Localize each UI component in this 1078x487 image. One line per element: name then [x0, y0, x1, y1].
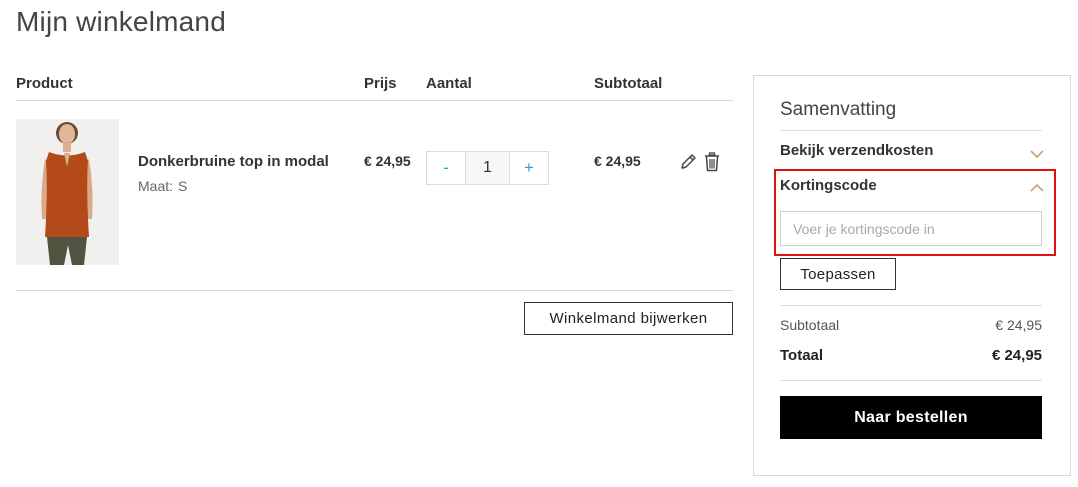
shipping-costs-toggle[interactable]: Bekijk verzendkosten — [780, 142, 933, 159]
header-price: Prijs — [364, 75, 397, 92]
product-image[interactable] — [16, 119, 119, 265]
item-price: € 24,95 — [364, 153, 411, 169]
header-quantity: Aantal — [426, 75, 472, 92]
subtotal-value: € 24,95 — [995, 317, 1042, 333]
product-size: Maat: S — [138, 178, 187, 194]
cart-item-row: Donkerbruine top in modal Maat: S € 24,95… — [16, 101, 733, 291]
total-label: Totaal — [780, 347, 824, 364]
divider — [780, 130, 1042, 131]
item-subtotal: € 24,95 — [594, 153, 641, 169]
update-cart-button[interactable]: Winkelmand bijwerken — [524, 302, 733, 335]
cart-table: Product Prijs Aantal Subtotaal Donkerbru… — [16, 68, 733, 335]
coupon-code-input[interactable] — [780, 211, 1042, 246]
quantity-value[interactable]: 1 — [465, 152, 510, 184]
order-summary: Samenvatting Bekijk verzendkosten Kortin… — [753, 75, 1071, 476]
checkout-button[interactable]: Naar bestellen — [780, 396, 1042, 439]
quantity-stepper: - 1 + — [426, 151, 549, 185]
trash-icon[interactable] — [704, 152, 720, 172]
size-label: Maat: — [138, 178, 174, 194]
quantity-decrease-button[interactable]: - — [427, 152, 465, 184]
pencil-icon[interactable] — [679, 152, 697, 172]
quantity-increase-button[interactable]: + — [510, 152, 548, 184]
page-title: Mijn winkelmand — [16, 6, 226, 37]
size-value: S — [178, 178, 188, 194]
apply-coupon-button[interactable]: Toepassen — [780, 258, 896, 290]
header-product: Product — [16, 75, 73, 92]
chevron-down-icon[interactable] — [1030, 146, 1044, 159]
cart-table-header: Product Prijs Aantal Subtotaal — [16, 68, 733, 101]
header-subtotal: Subtotaal — [594, 75, 663, 92]
divider — [780, 305, 1042, 306]
product-name[interactable]: Donkerbruine top in modal — [138, 153, 329, 170]
summary-title: Samenvatting — [780, 99, 897, 120]
subtotal-label: Subtotaal — [780, 317, 840, 333]
total-value: € 24,95 — [991, 347, 1042, 364]
divider — [780, 380, 1042, 381]
